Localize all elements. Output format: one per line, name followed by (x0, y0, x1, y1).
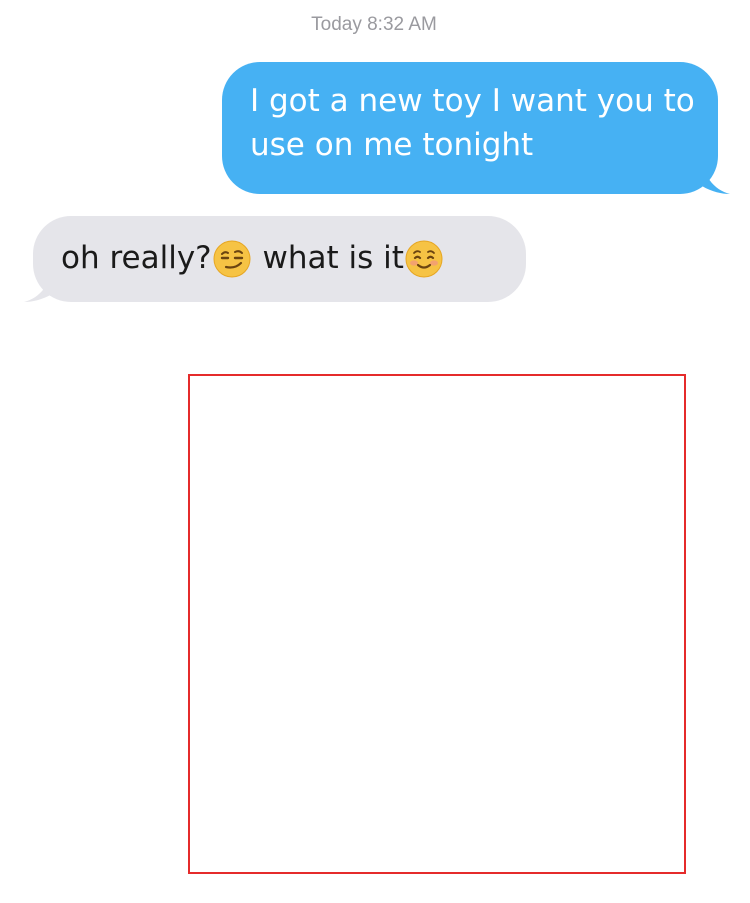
smirking-face-emoji-icon (213, 240, 251, 278)
media-attachment-frame[interactable] (188, 374, 686, 874)
incoming-message-text-part-1: oh really? (61, 240, 212, 276)
incoming-message-text-part-2: what is it (252, 240, 404, 276)
smiling-face-emoji-icon (405, 240, 443, 278)
message-timestamp: Today 8:32 AM (311, 14, 437, 35)
incoming-message-bubble[interactable]: oh really? what is it (33, 216, 526, 302)
outgoing-message-bubble[interactable]: I got a new toy I want you to use on me … (222, 62, 718, 194)
outgoing-message-text: I got a new toy I want you to use on me … (250, 83, 695, 163)
